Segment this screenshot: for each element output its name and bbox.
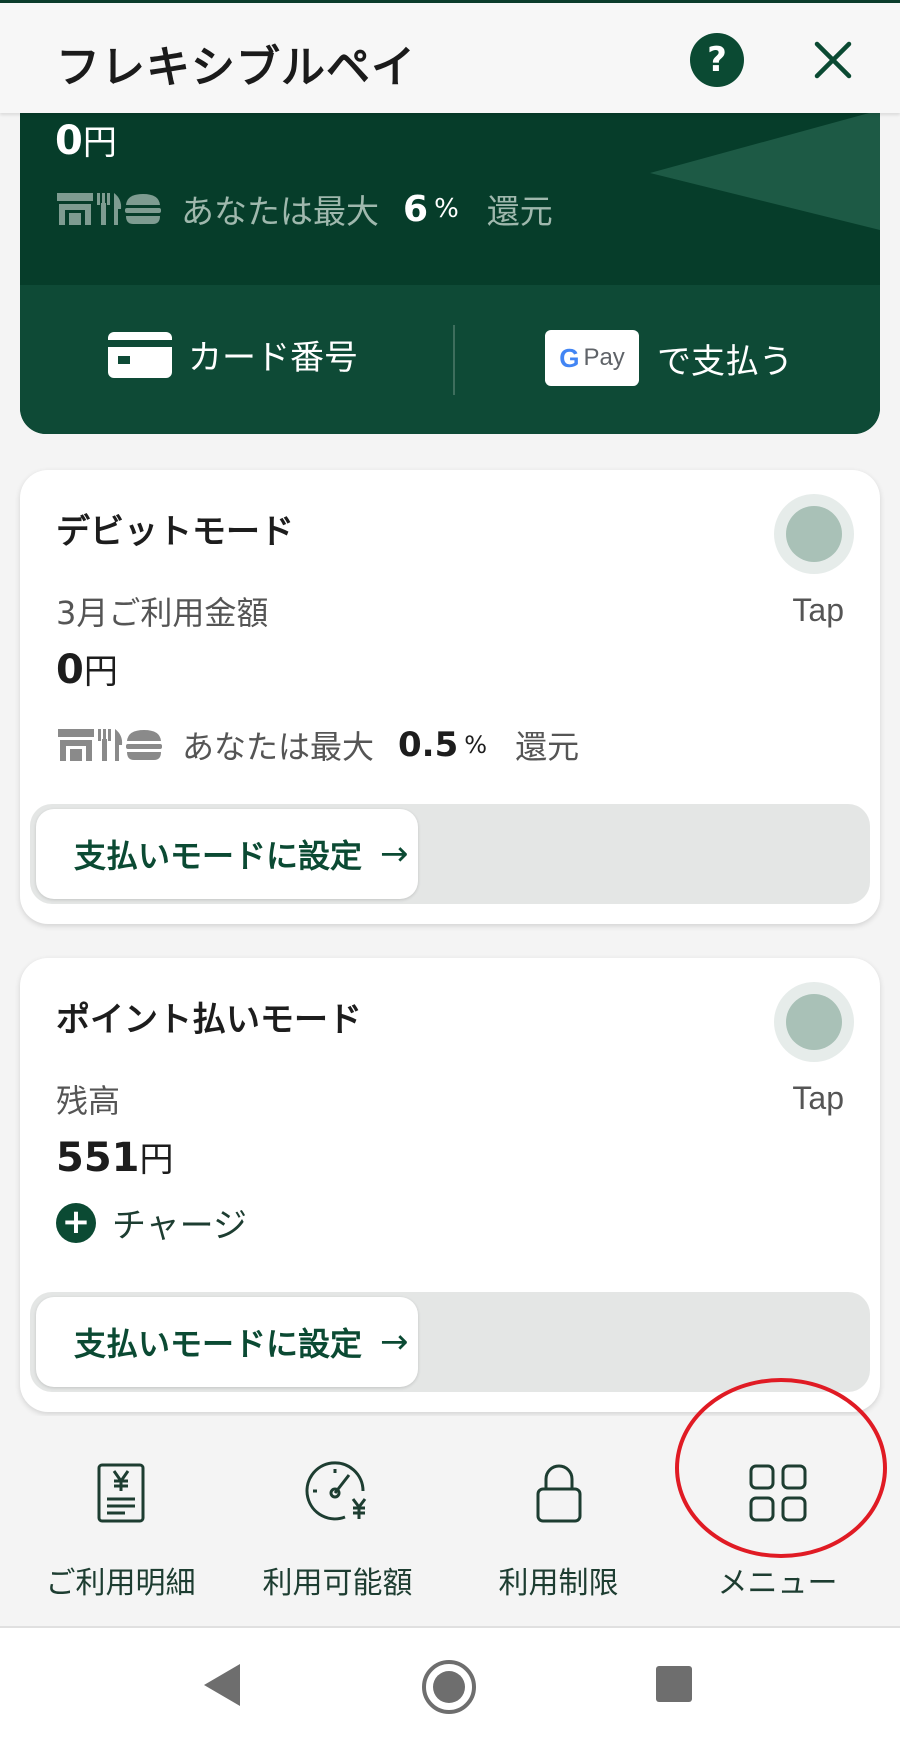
point-balance: 551円 (56, 1132, 174, 1181)
burger-icon (125, 194, 161, 224)
nav-item-available-amount[interactable]: 利用可能額 (225, 1458, 450, 1602)
help-button[interactable]: ? (690, 33, 744, 87)
nav-label-available-amount: 利用可能額 (262, 1566, 413, 1601)
close-icon (814, 41, 852, 79)
plus-circle-icon: + (56, 1202, 96, 1243)
cashback-prefix: あなたは最大 (182, 728, 375, 766)
charge-link[interactable]: + チャージ (56, 1198, 247, 1247)
credit-amount-unit: 円 (82, 123, 117, 163)
cashback-percent: 0.5 (398, 725, 459, 765)
arrow-right-icon: → (380, 1322, 409, 1362)
debit-amount-unit: 円 (83, 652, 118, 692)
cashback-prefix: あなたは最大 (181, 192, 379, 231)
cashback-suffix: 還元 (486, 192, 553, 231)
statement-yen-icon (97, 1463, 144, 1523)
debit-set-mode-button[interactable]: 支払いモードに設定 → (36, 809, 418, 899)
lock-icon (536, 1464, 581, 1523)
card-decoration (650, 110, 880, 230)
red-annotation-circle (675, 1378, 887, 1558)
credit-card-panel: 0円 あなたは最大 6 % 還元 カード番号 G Pay で支払う (20, 60, 880, 434)
debit-tap-toggle[interactable] (774, 494, 854, 574)
recents-icon[interactable] (654, 1664, 694, 1704)
google-pay-button[interactable]: G Pay で支払う (545, 330, 793, 386)
store-icon (58, 729, 94, 761)
actions-divider (453, 325, 455, 395)
point-balance-label: 残高 (56, 1082, 121, 1120)
point-set-mode-slider[interactable]: 支払いモードに設定 → (30, 1292, 870, 1392)
debit-cashback: あなたは最大 0.5 % 還元 (56, 722, 579, 768)
cashback-percent-unit: % (434, 194, 459, 224)
debit-mode-card: デビットモード Tap 3月ご利用金額 0円 あなたは最大 0.5 % 還元 支… (20, 470, 880, 924)
credit-amount-value: 0 (55, 118, 83, 164)
store-icon (57, 193, 93, 225)
debit-mode-title: デビットモード (56, 512, 294, 552)
shop-category-icons (55, 191, 163, 227)
nav-item-statement[interactable]: ご利用明細 (8, 1458, 233, 1602)
page-title: フレキシブルペイ (56, 42, 416, 93)
charge-label: チャージ (112, 1206, 247, 1246)
card-actions: カード番号 G Pay で支払う (20, 285, 880, 434)
credit-amount: 0円 (55, 115, 117, 164)
app-header: フレキシブルペイ ? (0, 3, 900, 113)
set-mode-label: 支払いモードに設定 (74, 1325, 363, 1363)
gauge-yen-icon (305, 1461, 366, 1521)
debit-usage-label: 3月ご利用金額 (56, 594, 269, 632)
cashback-percent-unit: % (464, 731, 488, 759)
point-tap-label: Tap (792, 1080, 844, 1116)
cashback-percent: 6 (403, 188, 429, 230)
toggle-knob (786, 994, 842, 1050)
google-pay-text: Pay (583, 344, 625, 371)
nav-label-usage-limit: 利用制限 (498, 1566, 619, 1601)
point-mode-title: ポイント払いモード (56, 1000, 362, 1040)
debit-set-mode-slider[interactable]: 支払いモードに設定 → (30, 804, 870, 904)
home-icon[interactable] (420, 1658, 478, 1716)
restaurant-icon (98, 729, 123, 761)
nav-label-menu: メニュー (717, 1566, 838, 1601)
shop-category-icons (56, 727, 164, 763)
system-navigation-bar (0, 1626, 900, 1740)
restaurant-icon (97, 193, 122, 225)
google-g-icon: G (559, 342, 580, 373)
point-balance-value: 551 (56, 1135, 140, 1181)
nav-item-usage-limit[interactable]: 利用制限 (446, 1458, 671, 1602)
set-mode-label: 支払いモードに設定 (74, 837, 363, 875)
card-number-label: カード番号 (188, 338, 358, 378)
nav-label-statement: ご利用明細 (45, 1566, 196, 1601)
credit-cashback: あなたは最大 6 % 還元 (55, 185, 553, 233)
arrow-right-icon: → (380, 834, 409, 874)
debit-amount: 0円 (56, 644, 118, 693)
point-set-mode-button[interactable]: 支払いモードに設定 → (36, 1297, 418, 1387)
credit-card-icon (108, 331, 172, 378)
cashback-suffix: 還元 (515, 728, 580, 766)
help-icon: ? (707, 40, 727, 80)
google-pay-badge: G Pay (545, 330, 639, 386)
debit-amount-value: 0 (56, 647, 84, 693)
close-button[interactable] (806, 33, 860, 87)
point-mode-card: ポイント払いモード Tap 残高 551円 + チャージ 支払いモードに設定 → (20, 958, 880, 1412)
point-tap-toggle[interactable] (774, 982, 854, 1062)
back-icon[interactable] (200, 1660, 244, 1710)
point-balance-unit: 円 (139, 1140, 174, 1180)
google-pay-label: で支払う (657, 341, 793, 382)
card-number-button[interactable]: カード番号 (108, 330, 358, 379)
debit-tap-label: Tap (792, 592, 844, 628)
toggle-knob (786, 506, 842, 562)
burger-icon (126, 730, 162, 760)
